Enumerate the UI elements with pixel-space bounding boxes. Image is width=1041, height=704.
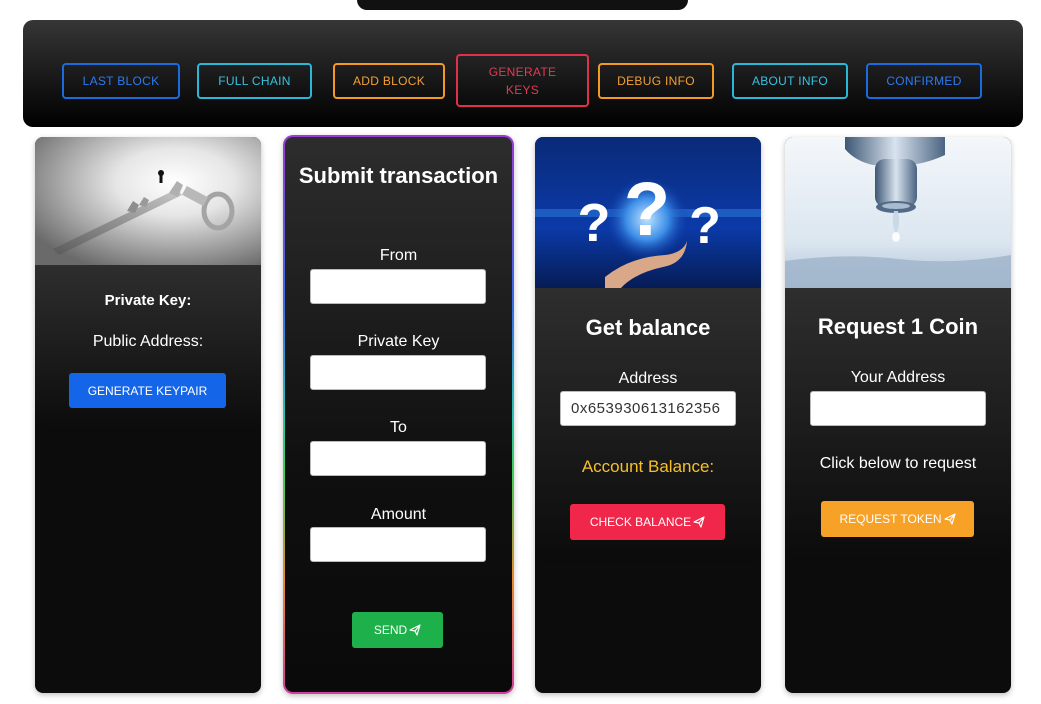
from-input[interactable] bbox=[310, 269, 486, 304]
keypair-card: Private Key: Public Address: GENERATE KE… bbox=[35, 137, 261, 693]
paper-plane-icon bbox=[943, 513, 956, 525]
your-address-input[interactable] bbox=[810, 391, 986, 426]
paper-plane-icon bbox=[693, 516, 705, 528]
request-token-button[interactable]: REQUEST TOKEN bbox=[821, 501, 974, 537]
about-info-button[interactable]: ABOUT INFO bbox=[732, 63, 848, 99]
to-input[interactable] bbox=[310, 441, 486, 476]
question-globe-image: ? ? ? bbox=[535, 137, 761, 288]
faucet-card: Request 1 Coin Your Address Click below … bbox=[785, 137, 1011, 693]
debug-info-button[interactable]: DEBUG INFO bbox=[598, 63, 714, 99]
generate-keys-button[interactable]: GENERATE KEYS bbox=[456, 54, 589, 107]
account-balance-label: Account Balance: bbox=[581, 457, 715, 476]
faucet-panel: Request 1 Coin Your Address Click below … bbox=[785, 288, 1011, 561]
transaction-title: Submit transaction bbox=[298, 163, 499, 188]
amount-input[interactable] bbox=[310, 527, 486, 562]
confirmed-button[interactable]: CONFIRMED bbox=[866, 63, 982, 99]
check-balance-button[interactable]: CHECK BALANCE bbox=[570, 504, 725, 540]
your-address-label: Your Address bbox=[850, 369, 946, 386]
send-button-label: SEND bbox=[373, 623, 408, 637]
svg-text:?: ? bbox=[624, 167, 670, 252]
private-key-input-label: Private Key bbox=[357, 333, 440, 350]
top-notch bbox=[357, 0, 688, 10]
faucet-image bbox=[785, 137, 1011, 288]
keypair-panel: Private Key: Public Address: GENERATE KE… bbox=[35, 265, 261, 432]
paper-plane-icon bbox=[409, 624, 421, 636]
transaction-card: Submit transaction From Private Key To A… bbox=[283, 135, 514, 694]
add-block-button[interactable]: ADD BLOCK bbox=[333, 63, 445, 99]
balance-address-input[interactable] bbox=[560, 391, 736, 426]
key-image bbox=[35, 137, 261, 265]
faucet-title: Request 1 Coin bbox=[817, 314, 979, 339]
public-address-label: Public Address: bbox=[92, 333, 204, 350]
private-key-label: Private Key: bbox=[104, 292, 192, 309]
send-button[interactable]: SEND bbox=[352, 612, 443, 648]
request-hint: Click below to request bbox=[819, 455, 977, 472]
check-balance-label: CHECK BALANCE bbox=[589, 515, 692, 529]
last-block-button[interactable]: LAST BLOCK bbox=[62, 63, 180, 99]
full-chain-button[interactable]: FULL CHAIN bbox=[197, 63, 312, 99]
balance-panel: Get balance Address Account Balance: CHE… bbox=[535, 288, 761, 564]
private-key-input[interactable] bbox=[310, 355, 486, 390]
balance-card: ? ? ? Get balance Address Account Balanc… bbox=[535, 137, 761, 693]
generate-keypair-button[interactable]: GENERATE KEYPAIR bbox=[69, 373, 226, 408]
to-label: To bbox=[390, 419, 407, 436]
transaction-panel: Submit transaction From Private Key To A… bbox=[285, 137, 512, 692]
navbar: LAST BLOCK FULL CHAIN ADD BLOCK GENERATE… bbox=[23, 20, 1023, 127]
address-label: Address bbox=[618, 370, 678, 387]
svg-text:?: ? bbox=[689, 197, 721, 255]
amount-label: Amount bbox=[370, 506, 427, 523]
balance-title: Get balance bbox=[585, 315, 711, 340]
request-token-label: REQUEST TOKEN bbox=[839, 512, 942, 526]
from-label: From bbox=[379, 247, 418, 264]
svg-text:?: ? bbox=[578, 193, 611, 253]
